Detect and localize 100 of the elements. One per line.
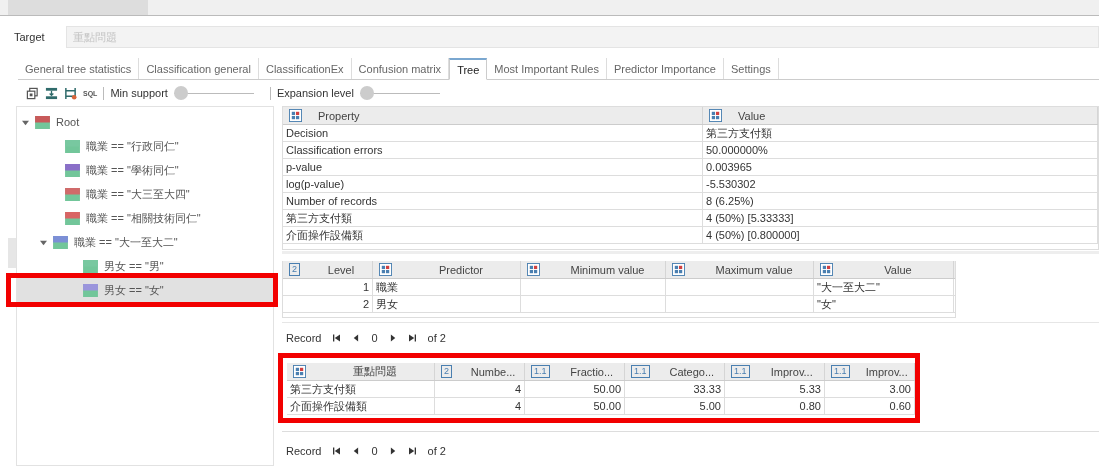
numeric-type-icon: 1.1 — [631, 365, 650, 378]
tree-node[interactable]: 男女 == "男" — [17, 254, 273, 278]
table-cell: 50.00 — [525, 381, 625, 397]
table-cell: 4 (50%) [0.800000] — [703, 227, 1098, 243]
numeric-type-icon: 2 — [441, 365, 452, 378]
category-icon — [820, 263, 833, 276]
record-label: Record — [286, 445, 322, 457]
caret-icon[interactable] — [22, 118, 29, 126]
last-icon[interactable] — [408, 447, 416, 455]
slider-thumb[interactable] — [173, 85, 188, 100]
column-header[interactable]: 1.1 Improv... — [825, 363, 915, 380]
target-label: Target — [13, 31, 46, 43]
table-cell: 男女 — [373, 296, 521, 312]
numeric-type-icon: 1.1 — [731, 365, 750, 378]
slider-thumb[interactable] — [359, 85, 374, 100]
next-icon[interactable] — [389, 447, 397, 455]
header-label: Catego... — [668, 365, 716, 378]
table-cell: 5.00 — [625, 398, 725, 414]
next-icon[interactable] — [389, 334, 397, 342]
table-cell: "大一至大二" — [814, 279, 954, 295]
header-label: Improv... — [769, 365, 814, 378]
record-label: Record — [286, 332, 322, 344]
table-cell: 5.33 — [725, 381, 825, 397]
last-icon[interactable] — [408, 334, 416, 342]
table-cell: 50.000000% — [703, 142, 1098, 158]
record-position: 0 — [371, 332, 378, 344]
table-cell: 0.60 — [825, 398, 915, 414]
header-label: 重點問題 — [352, 364, 398, 379]
slider-label: Expansion level — [276, 87, 354, 99]
column-header[interactable]: Value — [814, 261, 954, 278]
column-header[interactable]: 1.1 Improv... — [725, 363, 825, 380]
table-cell: 3.00 — [825, 381, 915, 397]
tree-node[interactable]: 職業 == "大三至大四" — [17, 182, 273, 206]
table-cell: 第三方支付類 — [287, 381, 435, 397]
copy-icon[interactable] — [26, 86, 39, 100]
numeric-type-icon: 1.1 — [831, 365, 850, 378]
first-icon[interactable] — [333, 334, 341, 342]
tree-node[interactable]: 職業 == "行政同仁" — [17, 134, 273, 158]
table-cell: Decision — [283, 125, 703, 141]
column-header[interactable]: Property — [283, 107, 703, 124]
category-icon — [709, 109, 722, 122]
table-cell: 介面操作設備類 — [287, 398, 435, 414]
column-header[interactable]: 2 Level — [283, 261, 373, 278]
tree-node[interactable]: 職業 == "學術同仁" — [17, 158, 273, 182]
column-header[interactable]: 1.1 Catego... — [625, 363, 725, 380]
header-label: Value — [883, 263, 913, 276]
record-total: of 2 — [427, 445, 446, 457]
header-label: Numbe... — [469, 365, 517, 378]
table-cell: 4 — [435, 398, 525, 414]
table-cell: 8 (6.25%) — [703, 193, 1098, 209]
table-cell: 介面操作設備類 — [283, 227, 703, 243]
column-header[interactable]: 2 Numbe... — [435, 363, 525, 380]
table-cell: 第三方支付類 — [703, 125, 1098, 141]
table-cell: 1 — [283, 279, 373, 295]
table-cell: 4 (50%) [5.33333] — [703, 210, 1098, 226]
column-header[interactable]: Minimum value — [521, 261, 666, 278]
numeric-type-icon: 2 — [289, 263, 300, 276]
numeric-type-icon: 1.1 — [531, 365, 550, 378]
table-cell: 0.80 — [725, 398, 825, 414]
column-header[interactable]: Predictor — [373, 261, 521, 278]
column-header[interactable]: 1.1 Fractio... — [525, 363, 625, 380]
tree-node[interactable]: 職業 == "相關技術同仁" — [17, 206, 273, 230]
table-cell: "女" — [814, 296, 954, 312]
category-icon — [293, 365, 306, 378]
table-cell: 0.003965 — [703, 159, 1098, 175]
table-cell: log(p-value) — [283, 176, 703, 192]
caret-icon[interactable] — [40, 238, 47, 246]
scrollbar[interactable] — [8, 238, 16, 268]
header-label: Predictor — [438, 263, 484, 276]
tree-node[interactable]: Root — [17, 110, 273, 134]
record-total: of 2 — [427, 332, 446, 344]
column-header[interactable]: 重點問題 — [287, 363, 435, 380]
table-cell: 33.33 — [625, 381, 725, 397]
previous-icon[interactable] — [352, 447, 360, 455]
table-cell: 職業 — [373, 279, 521, 295]
first-icon[interactable] — [333, 447, 341, 455]
tree-node[interactable]: 職業 == "大一至大二" — [17, 230, 273, 254]
previous-icon[interactable] — [352, 334, 360, 342]
slider-label: Min support — [110, 87, 168, 99]
category-icon — [379, 263, 392, 276]
table-cell: -5.530302 — [703, 176, 1098, 192]
table-cell: Number of records — [283, 193, 703, 209]
table-cell: 50.00 — [525, 398, 625, 414]
table-cell: Classification errors — [283, 142, 703, 158]
expand-icon[interactable] — [45, 86, 58, 100]
column-header[interactable]: Value — [703, 107, 1098, 124]
category-icon — [672, 263, 685, 276]
tree-layout-icon[interactable] — [64, 86, 77, 100]
header-label: Fractio... — [569, 365, 615, 378]
header-label: Level — [326, 263, 356, 276]
column-header[interactable]: Maximum value — [666, 261, 814, 278]
header-label: Improv... — [864, 365, 909, 378]
table-cell: p-value — [283, 159, 703, 175]
tree-node[interactable]: 男女 == "女" — [17, 278, 273, 302]
record-position: 0 — [371, 445, 378, 457]
header-label: Maximum value — [714, 263, 794, 276]
table-cell: 第三方支付類 — [283, 210, 703, 226]
category-icon — [527, 263, 540, 276]
tab[interactable]: Tree — [449, 58, 488, 80]
table-cell: 2 — [283, 296, 373, 312]
